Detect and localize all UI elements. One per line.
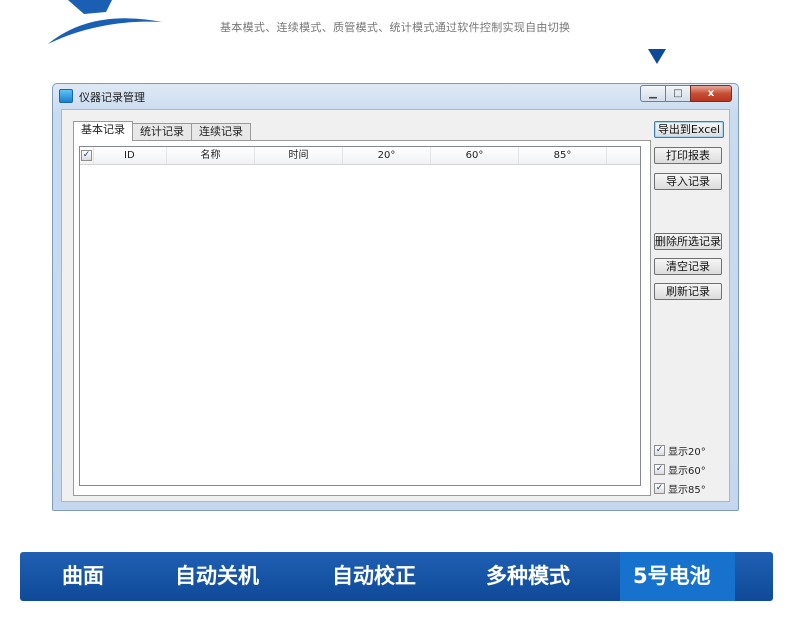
window-controls: ▁ □ x xyxy=(640,85,732,102)
column-header-name[interactable]: 名称 xyxy=(167,147,255,164)
show-85deg-label: 显示85° xyxy=(668,485,706,496)
record-tabs: 基本记录 统计记录 连续记录 xyxy=(73,121,251,141)
tab-basic-records[interactable]: 基本记录 xyxy=(73,121,133,141)
feature-auto-shutdown: 自动关机 xyxy=(175,564,259,588)
tab-statistics-records[interactable]: 统计记录 xyxy=(132,123,192,140)
export-excel-button[interactable]: 导出到Excel xyxy=(654,121,724,138)
table-header: ✓ ID 名称 时间 20° 60° 85° xyxy=(80,147,640,165)
window-client-area: 基本记录 统计记录 连续记录 ✓ ID 名称 时间 20° 60° 85° 导出… xyxy=(61,109,730,502)
clear-records-button[interactable]: 清空记录 xyxy=(654,258,722,275)
app-window: 仪器记录管理 ▁ □ x 基本记录 统计记录 连续记录 ✓ ID 名称 时间 2… xyxy=(52,83,739,511)
delete-selected-button[interactable]: 删除所选记录 xyxy=(654,233,722,250)
records-table[interactable]: ✓ ID 名称 时间 20° 60° 85° xyxy=(79,146,641,486)
app-icon xyxy=(59,89,73,103)
print-report-button[interactable]: 打印报表 xyxy=(654,147,722,164)
banner-subtitle: 基本模式、连续模式、质管模式、统计模式通过软件控制实现自由切换 xyxy=(220,21,571,34)
maximize-button[interactable]: □ xyxy=(665,85,691,102)
feature-multiple-modes: 多种模式 xyxy=(486,564,570,588)
feature-aa-battery: 5号电池 xyxy=(633,564,711,588)
show-60deg-label: 显示60° xyxy=(668,466,706,477)
column-header-time[interactable]: 时间 xyxy=(255,147,343,164)
feature-pointer-arrow xyxy=(648,49,666,64)
maximize-icon: □ xyxy=(673,88,683,99)
tab-continuous-records[interactable]: 连续记录 xyxy=(191,123,251,140)
show-20deg-checkbox[interactable]: ✓ xyxy=(654,445,665,456)
minimize-button[interactable]: ▁ xyxy=(640,85,666,102)
show-85deg-checkbox[interactable]: ✓ xyxy=(654,483,665,494)
show-60deg-option[interactable]: ✓ 显示60° xyxy=(654,462,706,477)
feature-bar: 曲面 自动关机 自动校正 多种模式 5号电池 xyxy=(20,552,773,601)
show-60deg-checkbox[interactable]: ✓ xyxy=(654,464,665,475)
column-header-60deg[interactable]: 60° xyxy=(431,147,519,164)
tab-panel: ✓ ID 名称 时间 20° 60° 85° xyxy=(73,140,651,496)
minimize-icon: ▁ xyxy=(649,88,657,99)
brand-logo xyxy=(48,0,162,44)
column-header-20deg[interactable]: 20° xyxy=(343,147,431,164)
column-header-id[interactable]: ID xyxy=(94,147,167,164)
column-header-85deg[interactable]: 85° xyxy=(519,147,607,164)
show-20deg-option[interactable]: ✓ 显示20° xyxy=(654,443,706,458)
window-title: 仪器记录管理 xyxy=(79,91,145,104)
feature-auto-calibration: 自动校正 xyxy=(332,564,416,588)
show-85deg-option[interactable]: ✓ 显示85° xyxy=(654,481,706,496)
close-icon: x xyxy=(707,88,715,99)
refresh-records-button[interactable]: 刷新记录 xyxy=(654,283,722,300)
import-records-button[interactable]: 导入记录 xyxy=(654,173,722,190)
feature-curved-surface: 曲面 xyxy=(62,564,104,588)
select-all-header: ✓ xyxy=(80,147,94,164)
close-button[interactable]: x xyxy=(690,85,732,102)
show-20deg-label: 显示20° xyxy=(668,447,706,458)
title-bar[interactable]: 仪器记录管理 ▁ □ x xyxy=(53,84,738,108)
select-all-checkbox[interactable]: ✓ xyxy=(81,150,92,161)
